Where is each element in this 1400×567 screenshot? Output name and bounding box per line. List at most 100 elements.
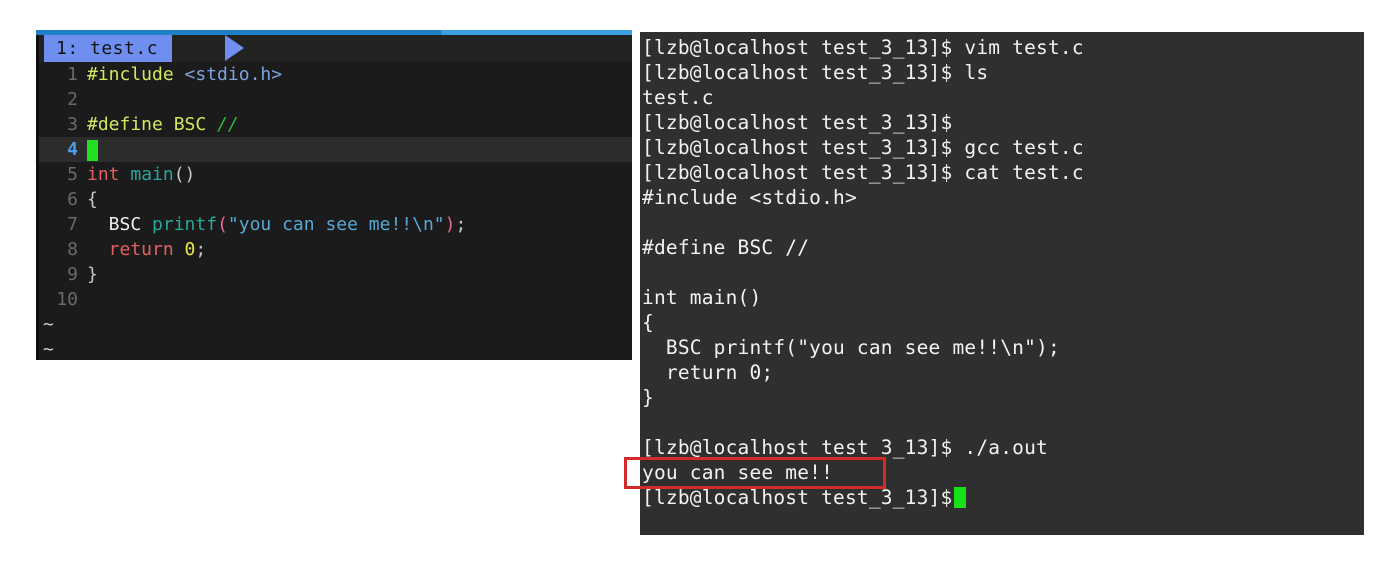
terminal-command: ls [952,61,989,84]
code-line: 2 [39,87,632,112]
token-semicolon: ; [195,239,207,260]
code-line-content: #include <stdio.h> [87,62,632,87]
terminal-command: cat test.c [952,161,1084,184]
token-header-include: <stdio.h> [184,64,283,85]
terminal-cursor [954,487,967,508]
token-preprocessor: #define [87,114,163,135]
vim-tab-test-c[interactable]: 1: test.c [44,35,173,62]
vim-code-area[interactable]: 1 #include <stdio.h> 2 3 #define BSC // … [39,62,632,360]
vim-filler-marker: ~ [43,314,54,335]
terminal-output-text: } [642,386,654,409]
code-line: 8 return 0; [39,237,632,262]
token-macro-name: BSC [162,114,218,135]
line-number: 7 [67,214,78,235]
token-return-keyword: return [87,239,174,260]
terminal-output-text: #define BSC // [642,236,810,259]
terminal-line: [lzb@localhost test_3_13]$ cat test.c [642,160,1362,185]
token-printf: printf [152,214,218,235]
line-number: 3 [67,114,78,135]
token-open-paren: ( [217,214,228,235]
terminal-prompt: [lzb@localhost test_3_13]$ [642,36,953,59]
line-number: 6 [67,189,78,210]
code-line: 10 [39,287,632,312]
code-line-content: } [87,264,98,285]
code-line: 3 #define BSC // [39,112,632,137]
terminal-line: [lzb@localhost test_3_13]$ [642,110,1362,135]
token-comment: // [217,114,239,135]
token-number: 0 [173,239,196,260]
code-line-current: 4 [39,137,632,162]
terminal-line: [lzb@localhost test_3_13]$ gcc test.c [642,135,1362,160]
code-line: 6 { [39,187,632,212]
terminal-line-highlighted: you can see me!! [642,460,1362,485]
terminal-line: [lzb@localhost test_3_13]$ vim test.c [642,35,1362,60]
terminal-line: int main() [642,285,1362,310]
terminal-output-text: BSC printf("you can see me!!\n"); [642,336,1060,359]
line-number: 9 [67,264,78,285]
terminal-command: vim test.c [952,36,1084,59]
code-line-content: #define BSC // [87,112,632,137]
terminal-prompt: [lzb@localhost test_3_13]$ [642,486,953,509]
vim-editor-window[interactable]: 1: test.c 1 #include <stdio.h> 2 3 #defi… [36,30,632,360]
terminal-output-text: int main() [642,286,762,309]
terminal-output-text: #include <stdio.h> [642,186,857,209]
token-macro-usage: BSC [87,214,153,235]
code-line: 7 BSC printf("you can see me!!\n"); [39,212,632,237]
terminal-prompt: [lzb@localhost test_3_13]$ [642,111,953,134]
terminal-output[interactable]: [lzb@localhost test_3_13]$ vim test.c [l… [642,35,1362,510]
terminal-window[interactable]: [lzb@localhost test_3_13]$ vim test.c [l… [640,32,1364,535]
terminal-prompt: [lzb@localhost test_3_13]$ [642,61,953,84]
vim-tab-arrow-icon [225,35,244,61]
token-preprocessor: #include [87,64,174,85]
vim-cursor [87,139,98,161]
terminal-line-active[interactable]: [lzb@localhost test_3_13]$ [642,485,1362,510]
vim-filler-marker: ~ [43,339,54,360]
terminal-line: [lzb@localhost test_3_13]$ ls [642,60,1362,85]
code-line-content: int main() [87,162,632,187]
vim-tab-label: 1: test.c [56,38,159,59]
code-line: 1 #include <stdio.h> [39,62,632,87]
code-line-content: BSC printf("you can see me!!\n"); [87,212,632,237]
terminal-line: } [642,385,1362,410]
token-function: main [119,164,174,185]
token-type: int [87,164,120,185]
terminal-prompt: [lzb@localhost test_3_13]$ [642,436,953,459]
terminal-line: [lzb@localhost test_3_13]$ ./a.out [642,435,1362,460]
terminal-line: test.c [642,85,1362,110]
line-number: 5 [67,164,78,185]
code-line: 5 int main() [39,162,632,187]
token-semicolon: ; [455,214,467,235]
vim-filler-line: ~ [39,312,632,337]
token-parens: () [173,164,196,185]
terminal-command: gcc test.c [952,136,1084,159]
line-number: 8 [67,239,78,260]
token-string-literal: "you can see me!!\n" [227,214,445,235]
vim-tabline: 1: test.c [39,35,632,62]
code-line-content: return 0; [87,237,632,262]
terminal-line: return 0; [642,360,1362,385]
token-close-paren: ) [444,214,456,235]
terminal-line: { [642,310,1362,335]
vim-filler-line: ~ [39,337,632,360]
terminal-output-text: { [642,311,654,334]
terminal-command: ./a.out [952,436,1048,459]
terminal-line: #define BSC // [642,235,1362,260]
terminal-output-text: test.c [642,86,714,109]
line-number: 2 [67,89,78,110]
code-line: 9 } [39,262,632,287]
terminal-prompt: [lzb@localhost test_3_13]$ [642,161,953,184]
terminal-line: BSC printf("you can see me!!\n"); [642,335,1362,360]
code-line-content [87,137,632,162]
line-number-current: 4 [67,139,78,160]
code-line-content: { [87,189,98,210]
terminal-prompt: [lzb@localhost test_3_13]$ [642,136,953,159]
line-number: 10 [56,289,78,310]
terminal-output-text: return 0; [642,361,774,384]
terminal-line: #include <stdio.h> [642,185,1362,210]
line-number: 1 [67,64,78,85]
program-output-text: you can see me!! [642,461,834,484]
